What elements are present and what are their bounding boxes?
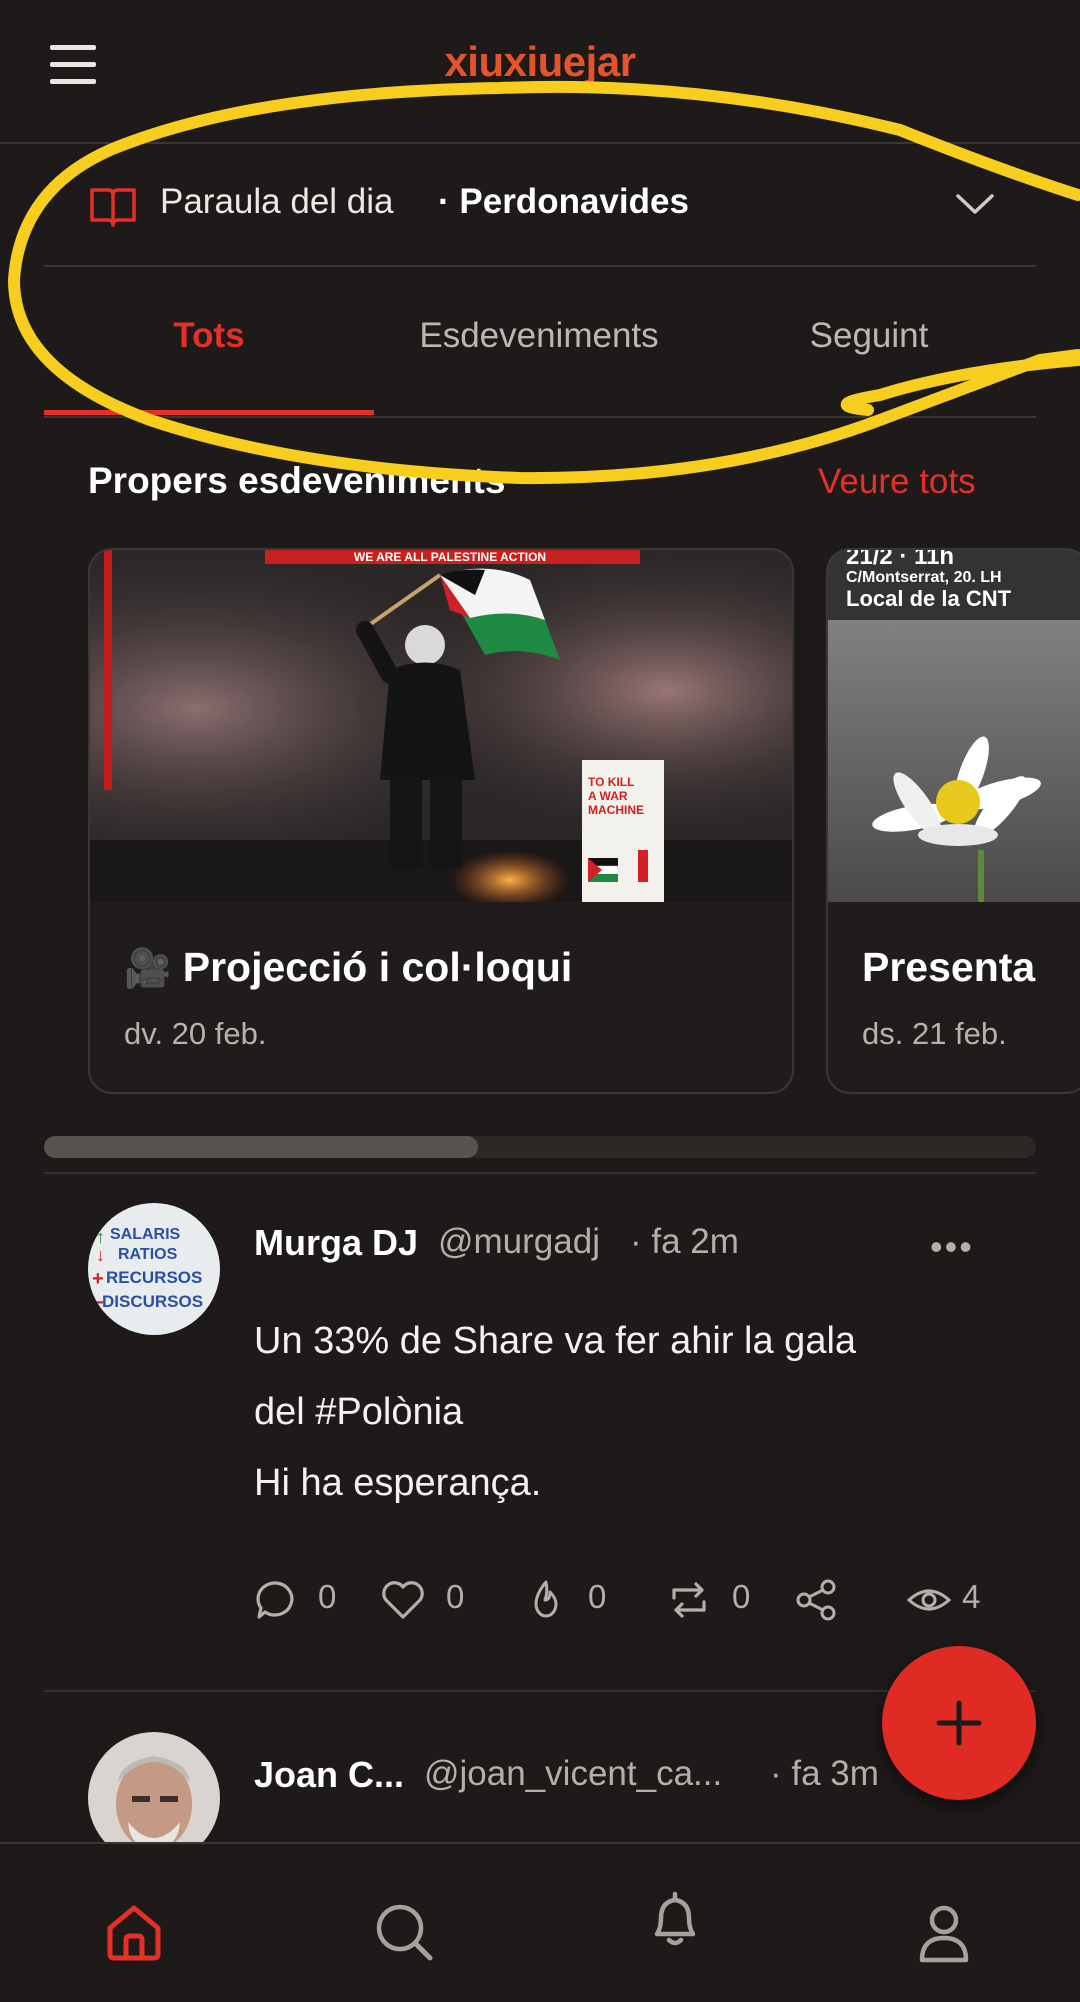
more-options-icon[interactable]: ••• bbox=[930, 1226, 974, 1268]
user-icon bbox=[919, 1905, 969, 1963]
word-of-day-label: Paraula del dia bbox=[160, 182, 394, 221]
svg-text:21/2 · 11h: 21/2 · 11h bbox=[846, 550, 954, 570]
share-button[interactable] bbox=[794, 1578, 844, 1621]
comment-count: 0 bbox=[318, 1578, 337, 1615]
comment-button[interactable]: 0 bbox=[254, 1578, 344, 1619]
like-button[interactable]: 0 bbox=[380, 1578, 470, 1619]
see-all-link[interactable]: Veure tots bbox=[818, 462, 976, 502]
nav-home[interactable] bbox=[102, 1900, 166, 1964]
fire-count: 0 bbox=[588, 1578, 607, 1615]
active-tab-indicator bbox=[44, 410, 374, 415]
svg-text:WE ARE ALL PALESTINE ACTION: WE ARE ALL PALESTINE ACTION bbox=[354, 550, 546, 564]
view-count: 4 bbox=[962, 1578, 981, 1615]
bell-icon bbox=[654, 1891, 696, 1946]
home-icon bbox=[107, 1905, 161, 1961]
author-handle[interactable]: @joan_vicent_ca... bbox=[424, 1754, 722, 1794]
nav-profile[interactable] bbox=[912, 1900, 976, 1964]
nav-notifications[interactable] bbox=[643, 1888, 707, 1952]
views-indicator: 4 bbox=[906, 1578, 1006, 1618]
svg-text:TO KILL: TO KILL bbox=[588, 775, 634, 789]
svg-text:RATIOS: RATIOS bbox=[118, 1246, 178, 1263]
post-text-line: Hi ha esperança. bbox=[254, 1462, 542, 1504]
avatar[interactable]: SALARIS RATIOS RECURSOS DISCURSOS ↑ ↓ + … bbox=[88, 1203, 220, 1335]
svg-text:A WAR: A WAR bbox=[588, 789, 628, 803]
event-title-text: Projecció i col·loqui bbox=[182, 944, 573, 990]
svg-text:Local de la CNT: Local de la CNT bbox=[846, 586, 1012, 611]
repost-count: 0 bbox=[732, 1578, 751, 1615]
event-poster-image: WE ARE ALL PALESTINE ACTION TO KILL A WA… bbox=[90, 550, 792, 902]
like-count: 0 bbox=[446, 1578, 465, 1615]
app-logo: xiuxiuejar bbox=[444, 38, 636, 85]
event-title: 🎥 Projecció i col·loqui bbox=[124, 944, 572, 991]
comment-icon bbox=[256, 1581, 294, 1619]
author-handle[interactable]: @murgadj bbox=[438, 1222, 600, 1262]
section-title: Propers esdeveniments bbox=[88, 460, 506, 501]
eye-icon bbox=[906, 1589, 952, 1611]
svg-text:MACHINE: MACHINE bbox=[588, 803, 644, 817]
compose-button[interactable] bbox=[882, 1646, 1036, 1800]
svg-text:↓: ↓ bbox=[96, 1245, 105, 1265]
tab-tots[interactable]: Tots bbox=[44, 316, 374, 356]
svg-text:C/Montserrat, 20. LH: C/Montserrat, 20. LH bbox=[846, 569, 1002, 586]
event-card[interactable]: 21/2 · 11h C/Montserrat, 20. LH Local de… bbox=[826, 548, 1080, 1094]
svg-text:RECURSOS: RECURSOS bbox=[106, 1268, 202, 1287]
post-time: · fa 3m bbox=[770, 1754, 879, 1793]
author-name[interactable]: Joan C... bbox=[254, 1754, 404, 1796]
word-of-day-word: · Perdonavides bbox=[438, 182, 689, 221]
post-text-line: del #Polònia bbox=[254, 1391, 464, 1433]
repost-icon bbox=[672, 1582, 706, 1618]
post-text-line: Un 33% de Share va fer ahir la gala bbox=[254, 1320, 857, 1362]
tab-seguint[interactable]: Seguint bbox=[704, 316, 1034, 356]
feed-tabs: Tots Esdeveniments Seguint bbox=[44, 268, 1036, 418]
svg-text:+: + bbox=[92, 1268, 104, 1290]
search-icon bbox=[376, 1904, 433, 1961]
book-icon bbox=[88, 182, 138, 228]
nav-search[interactable] bbox=[372, 1900, 436, 1964]
svg-text:DISCURSOS: DISCURSOS bbox=[102, 1292, 203, 1311]
carousel-scroll-thumb[interactable] bbox=[44, 1136, 478, 1158]
fire-button[interactable]: 0 bbox=[526, 1578, 616, 1618]
author-name[interactable]: Murga DJ bbox=[254, 1222, 418, 1264]
event-date: dv. 20 feb. bbox=[124, 1016, 267, 1051]
camera-icon: 🎥 bbox=[124, 948, 172, 990]
chevron-down-icon[interactable] bbox=[950, 188, 1000, 222]
tab-esdeveniments[interactable]: Esdeveniments bbox=[374, 316, 704, 356]
heart-icon bbox=[382, 1581, 424, 1619]
event-card[interactable]: WE ARE ALL PALESTINE ACTION TO KILL A WA… bbox=[88, 548, 794, 1094]
post-time: · fa 2m bbox=[630, 1222, 739, 1261]
event-poster-image: 21/2 · 11h C/Montserrat, 20. LH Local de… bbox=[828, 550, 1080, 902]
word-of-day-row[interactable]: Paraula del dia · Perdonavides bbox=[44, 160, 1036, 267]
share-icon bbox=[796, 1579, 836, 1621]
event-date: ds. 21 feb. bbox=[862, 1016, 1007, 1051]
event-title: Presenta bbox=[862, 944, 1036, 990]
repost-button[interactable]: 0 bbox=[666, 1578, 756, 1618]
plus-icon bbox=[936, 1700, 982, 1746]
fire-icon bbox=[534, 1580, 558, 1618]
svg-text:SALARIS: SALARIS bbox=[110, 1226, 181, 1243]
